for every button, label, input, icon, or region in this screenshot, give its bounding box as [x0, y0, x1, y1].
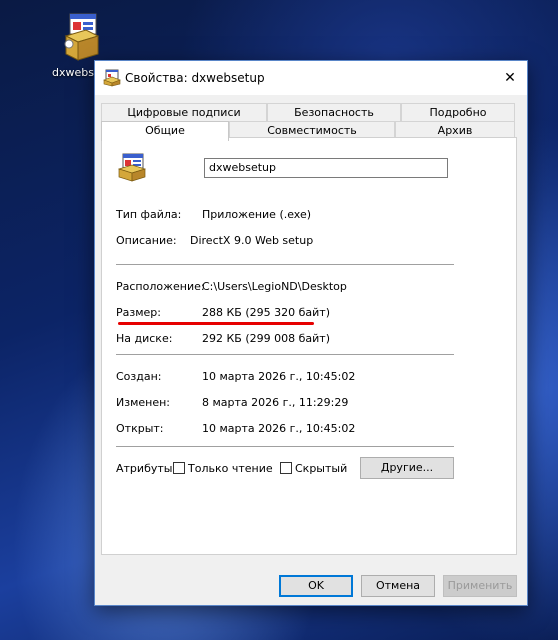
- hidden-checkbox[interactable]: [280, 462, 292, 474]
- desktop-icon-label: dxwebs: [52, 66, 94, 79]
- description-value: DirectX 9.0 Web setup: [190, 234, 314, 247]
- general-tab-panel: dxwebsetup Тип файла: Приложение (.exe) …: [101, 137, 517, 555]
- tab-details[interactable]: Подробно: [401, 103, 515, 121]
- size-highlight-underline: [118, 322, 314, 325]
- size-label: Размер:: [116, 306, 161, 319]
- readonly-label[interactable]: Только чтение: [188, 462, 273, 475]
- created-value: 10 марта 2026 г., 10:45:02: [202, 370, 356, 383]
- other-attributes-button[interactable]: Другие...: [360, 457, 454, 479]
- cancel-button[interactable]: Отмена: [361, 575, 435, 597]
- file-type-value: Приложение (.exe): [202, 208, 312, 221]
- attributes-label: Атрибуты:: [116, 462, 177, 475]
- separator: [116, 354, 454, 355]
- description-label: Описание:: [116, 234, 177, 247]
- modified-label: Изменен:: [116, 396, 171, 409]
- tab-security[interactable]: Безопасность: [267, 103, 401, 121]
- accessed-label: Открыт:: [116, 422, 164, 435]
- title-bar[interactable]: Свойства: dxwebsetup ✕: [95, 61, 527, 95]
- file-name-input[interactable]: dxwebsetup: [204, 158, 448, 178]
- file-type-icon: [118, 153, 146, 182]
- location-label: Расположение:: [116, 280, 205, 293]
- tab-digital-signatures[interactable]: Цифровые подписи: [101, 103, 267, 121]
- properties-window: Свойства: dxwebsetup ✕ Цифровые подписи …: [94, 60, 528, 606]
- created-label: Создан:: [116, 370, 162, 383]
- modified-value: 8 марта 2026 г., 11:29:29: [202, 396, 349, 409]
- disk-size-label: На диске:: [116, 332, 173, 345]
- hidden-label[interactable]: Скрытый: [295, 462, 347, 475]
- size-value: 288 КБ (295 320 байт): [202, 306, 330, 319]
- accessed-value: 10 марта 2026 г., 10:45:02: [202, 422, 356, 435]
- close-icon[interactable]: ✕: [499, 67, 521, 89]
- separator: [116, 264, 454, 265]
- tab-row-top: Цифровые подписи Безопасность Подробно: [101, 103, 515, 121]
- separator: [116, 446, 454, 447]
- location-value: C:\Users\LegioND\Desktop: [202, 280, 347, 293]
- disk-size-value: 292 КБ (299 008 байт): [202, 332, 330, 345]
- readonly-checkbox[interactable]: [173, 462, 185, 474]
- window-title: Свойства: dxwebsetup: [125, 71, 265, 85]
- apply-button[interactable]: Применить: [443, 575, 517, 597]
- installer-icon: [64, 13, 100, 61]
- ok-button[interactable]: OK: [279, 575, 353, 597]
- file-type-label: Тип файла:: [116, 208, 182, 221]
- app-icon: [103, 69, 121, 87]
- tab-general[interactable]: Общие: [101, 121, 229, 141]
